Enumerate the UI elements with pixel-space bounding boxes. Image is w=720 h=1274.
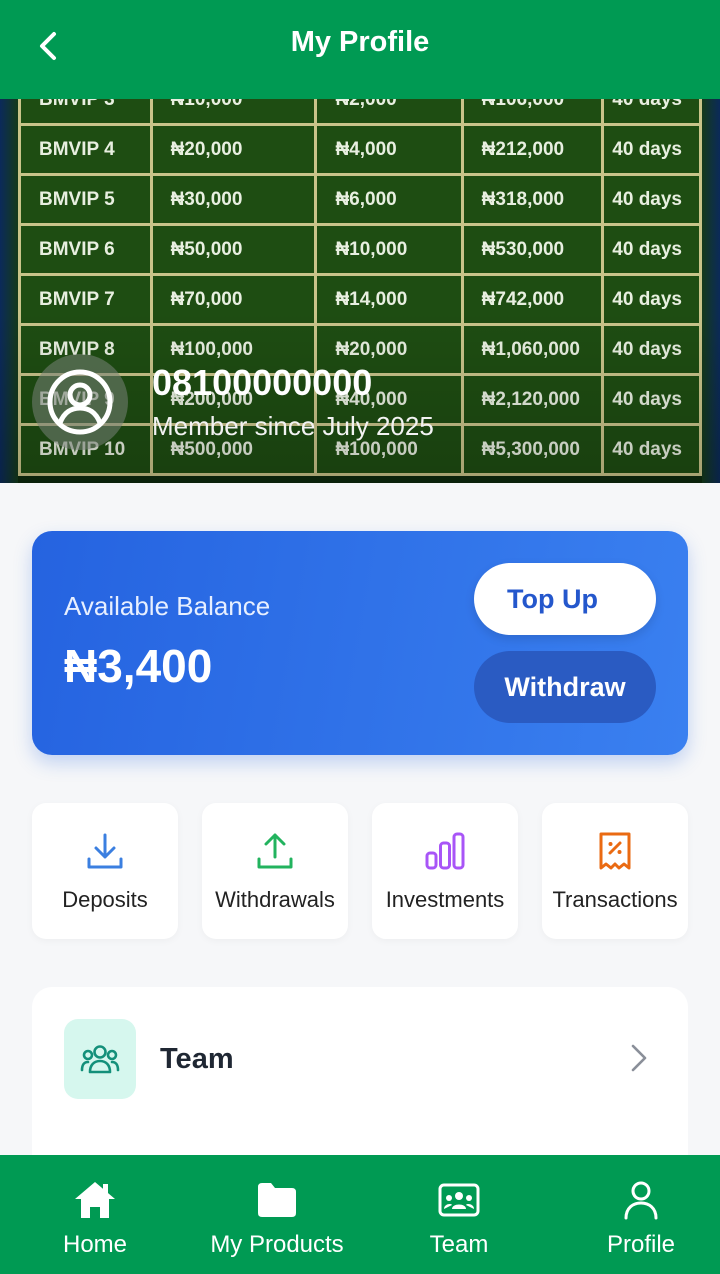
transactions-label: Transactions [552, 887, 678, 912]
profile-banner: BMVIP 3₦10,000₦2,000₦106,00040 daysBMVIP… [0, 99, 720, 483]
upload-icon [257, 833, 293, 869]
nav-team[interactable]: Team [419, 1155, 499, 1274]
back-button[interactable] [30, 26, 66, 66]
investments-button[interactable]: Investments [372, 803, 518, 939]
user-phone: 08100000000 [152, 362, 373, 403]
user-circle-icon [47, 369, 113, 435]
deposits-label: Deposits [62, 887, 148, 912]
nav-my-products[interactable]: My Products [207, 1155, 347, 1274]
team-card-icon [438, 1183, 480, 1217]
nav-team-label: Team [429, 1231, 489, 1258]
deposits-button[interactable]: Deposits [32, 803, 178, 939]
home-icon [75, 1182, 115, 1218]
download-icon [87, 833, 123, 869]
bottom-navigation: Home My Products Team Profile [0, 1155, 720, 1274]
avatar [32, 354, 128, 450]
investments-label: Investments [385, 887, 505, 912]
withdrawals-button[interactable]: Withdrawals [202, 803, 348, 939]
balance-label: Available Balance [64, 591, 271, 621]
chevron-right-icon [631, 1044, 647, 1072]
bar-chart-icon [425, 832, 465, 870]
balance-amount: ₦3,400 [64, 640, 213, 692]
balance-card: Available Balance ₦3,400 Top Up Withdraw [32, 531, 688, 755]
member-since: Member since July 2025 [152, 411, 434, 441]
folder-icon [258, 1183, 296, 1217]
transactions-button[interactable]: Transactions [542, 803, 688, 939]
nav-profile-label: Profile [606, 1231, 676, 1258]
nav-profile[interactable]: Profile [600, 1155, 682, 1274]
nav-home[interactable]: Home [55, 1155, 135, 1274]
top-up-button[interactable]: Top Up [474, 563, 656, 635]
team-menu-label: Team [160, 1042, 234, 1075]
team-menu-item[interactable]: Team [32, 987, 688, 1131]
chevron-left-icon [40, 32, 56, 60]
withdraw-button[interactable]: Withdraw [474, 651, 656, 723]
nav-home-label: Home [62, 1231, 128, 1258]
users-icon [80, 1045, 120, 1074]
nav-my-products-label: My Products [210, 1231, 344, 1258]
receipt-icon [599, 832, 631, 870]
user-icon [624, 1181, 658, 1220]
profile-summary: 08100000000 Member since July 2025 [32, 354, 434, 450]
team-icon-box [64, 1019, 136, 1099]
top-bar: My Profile [0, 0, 720, 99]
page-title: My Profile [290, 26, 430, 58]
withdrawals-label: Withdrawals [215, 887, 335, 912]
